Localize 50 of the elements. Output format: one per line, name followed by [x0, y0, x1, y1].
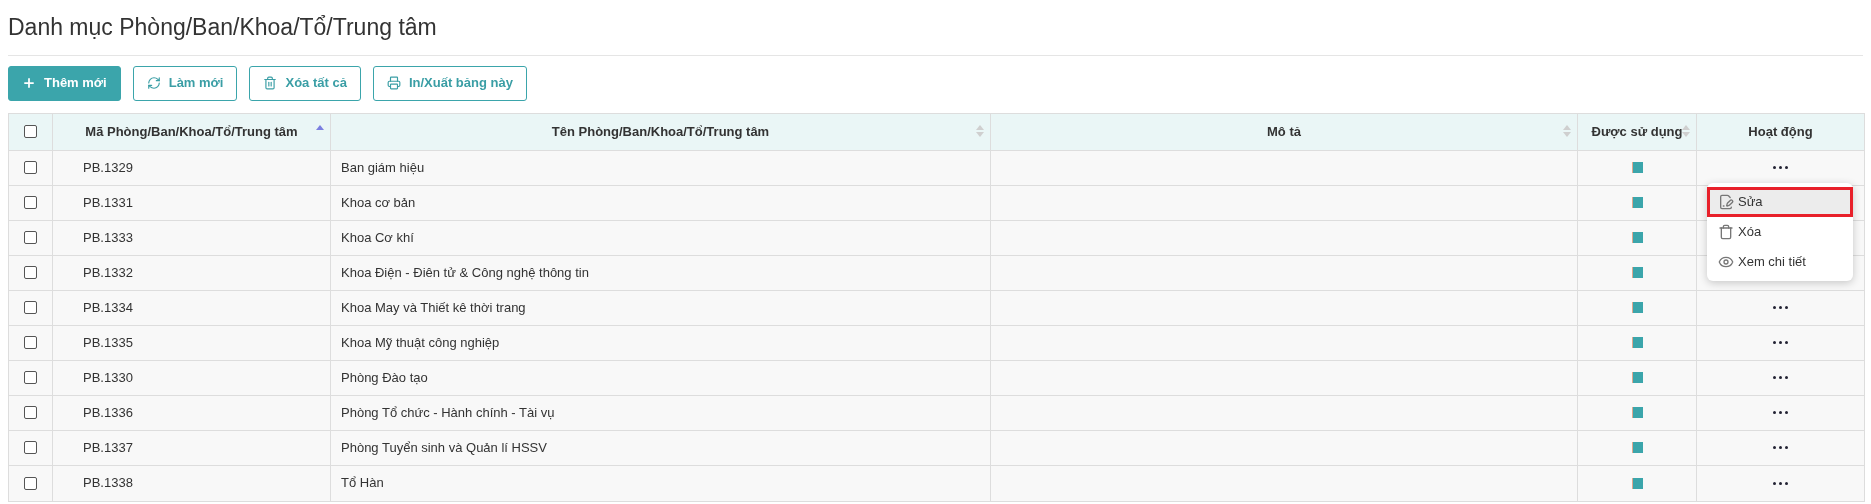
column-header: Tên Phòng/Ban/Khoa/Tổ/Trung tâm: [551, 122, 770, 141]
column-header: Hoạt động: [1748, 122, 1813, 141]
table-cell-text: PB.1333: [83, 228, 133, 247]
checkbox[interactable]: [24, 441, 37, 454]
menu-item[interactable]: Xem chi tiết: [1707, 246, 1853, 277]
checkbox[interactable]: [24, 161, 37, 174]
table-cell-text: PB.1329: [83, 158, 133, 177]
column-header: Mô tả: [1267, 122, 1301, 141]
checkbox[interactable]: [24, 125, 37, 138]
table-cell-text: Khoa Cơ khí: [341, 228, 414, 247]
print-export-button[interactable]: In/Xuất bảng này: [372, 65, 527, 101]
checkbox[interactable]: [24, 476, 37, 490]
table-cell-text: PB.1336: [83, 403, 133, 422]
table-cell-text: Tổ Hàn: [341, 474, 384, 493]
refresh-button[interactable]: Làm mới: [132, 65, 238, 101]
add-button[interactable]: Thêm mới: [8, 65, 121, 101]
trash-icon: [1718, 223, 1734, 240]
table-cell-text: PB.1330: [83, 368, 133, 387]
table-cell-text: PB.1332: [83, 263, 133, 282]
table-cell-text: Khoa Mỹ thuật công nghiệp: [341, 333, 500, 352]
column-header: Mã Phòng/Ban/Khoa/Tổ/Trung tâm: [85, 122, 298, 141]
menu-item[interactable]: Xóa: [1707, 216, 1853, 247]
column-header: Được sử dụng: [1591, 122, 1683, 141]
table-cell-text: Phòng Tổ chức - Hành chính - Tài vụ: [341, 403, 555, 422]
table-cell-text: Ban giám hiệu: [341, 158, 425, 177]
edit-icon: [1718, 193, 1734, 210]
menu-item[interactable]: Sửa: [1707, 186, 1853, 217]
refresh-icon: [146, 76, 161, 90]
checkbox[interactable]: [24, 336, 37, 349]
table-cell-text: PB.1334: [83, 298, 133, 317]
page-title: Danh mục Phòng/Ban/Khoa/Tổ/Trung tâm: [8, 13, 438, 42]
checkbox[interactable]: [24, 301, 37, 314]
table-cell-text: Phòng Tuyển sinh và Quản lí HSSV: [341, 438, 547, 457]
table-cell-text: Khoa cơ bản: [341, 193, 416, 212]
table-cell-text: PB.1337: [83, 438, 133, 457]
checkbox[interactable]: [24, 231, 37, 244]
checkbox[interactable]: [24, 266, 37, 279]
checkbox[interactable]: [24, 371, 37, 384]
table-cell-text: Phòng Đào tạo: [341, 368, 428, 387]
table-cell-text: PB.1338: [83, 474, 133, 493]
table-cell-text: Khoa May và Thiết kê thời trang: [341, 298, 526, 317]
plus-icon: [22, 76, 36, 90]
printer-icon: [386, 76, 401, 90]
checkbox[interactable]: [24, 196, 37, 209]
table-cell-text: PB.1335: [83, 333, 133, 352]
trash-icon: [263, 76, 278, 90]
table-cell-text: PB.1331: [83, 193, 133, 212]
checkbox[interactable]: [24, 406, 37, 419]
table-cell-text: Khoa Điện - Điên tử & Công nghệ thông tin: [341, 263, 589, 282]
delete-all-button[interactable]: Xóa tất cả: [249, 65, 361, 101]
